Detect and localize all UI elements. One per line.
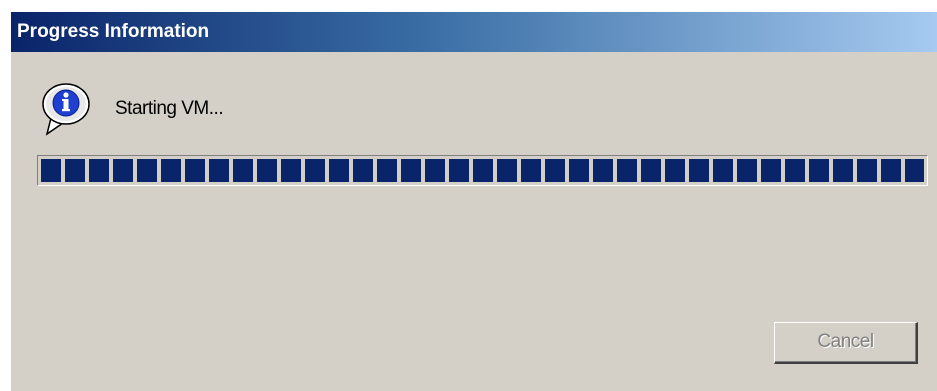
window-title: Progress Information [17, 21, 210, 42]
cancel-button[interactable]: Cancel [774, 322, 918, 364]
info-icon [42, 83, 90, 136]
status-message: Starting VM... [115, 98, 224, 119]
progress-fill [41, 159, 924, 182]
progress-bar [37, 155, 928, 186]
title-bar[interactable]: Progress Information [11, 12, 937, 52]
progress-dialog: Progress Information Starting VM... Canc… [10, 11, 937, 391]
